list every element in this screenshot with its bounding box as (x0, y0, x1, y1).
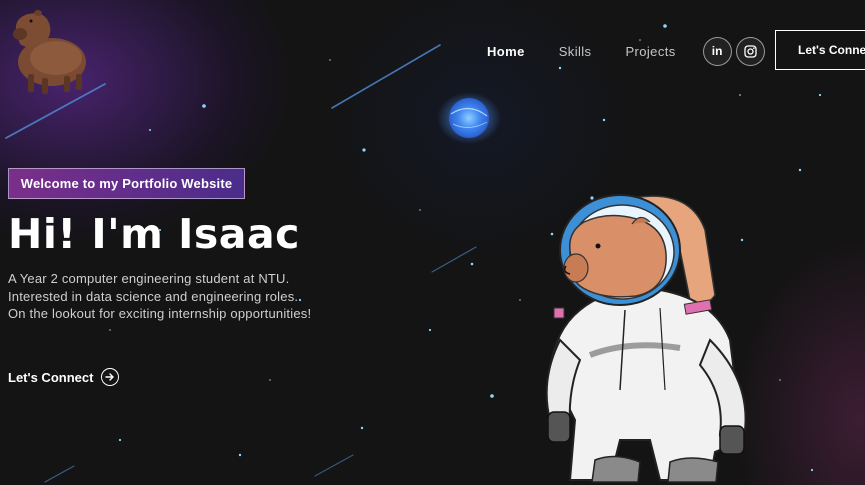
welcome-tagline: Welcome to my Portfolio Website (8, 168, 245, 199)
tagline-text: Welcome to my Portfolio Website (20, 176, 233, 191)
linkedin-icon: in (711, 44, 723, 58)
description-line-3: On the lookout for exciting internship o… (8, 306, 312, 321)
nav-link-home[interactable]: Home (487, 44, 525, 59)
nav-connect-label: Let's Connect (798, 43, 865, 57)
capybara-astronaut-illustration (545, 194, 747, 483)
nav-connect-button[interactable]: Let's Connect (775, 30, 865, 70)
description-line-1: A Year 2 computer engineering student at… (8, 271, 290, 286)
hero-connect-button[interactable]: Let's Connect (8, 367, 120, 387)
nav-link-skills[interactable]: Skills (559, 44, 592, 59)
nav-link-projects[interactable]: Projects (625, 44, 675, 59)
social-links: in (702, 36, 765, 66)
capybara-logo[interactable] (6, 4, 92, 96)
portfolio-page: Home Skills Projects in Let's Connect (0, 0, 865, 485)
arrow-right-circle-icon (101, 368, 120, 386)
hero-description: A Year 2 computer engineering student at… (8, 270, 368, 323)
instagram-icon (743, 44, 757, 58)
glowing-planet (437, 92, 501, 144)
instagram-button[interactable] (735, 36, 765, 66)
description-line-2: Interested in data science and engineeri… (8, 288, 299, 304)
hero-connect-label: Let's Connect (8, 369, 94, 385)
hero-title: Hi! I'm Isaac (8, 210, 300, 258)
linkedin-button[interactable]: in (702, 36, 732, 66)
